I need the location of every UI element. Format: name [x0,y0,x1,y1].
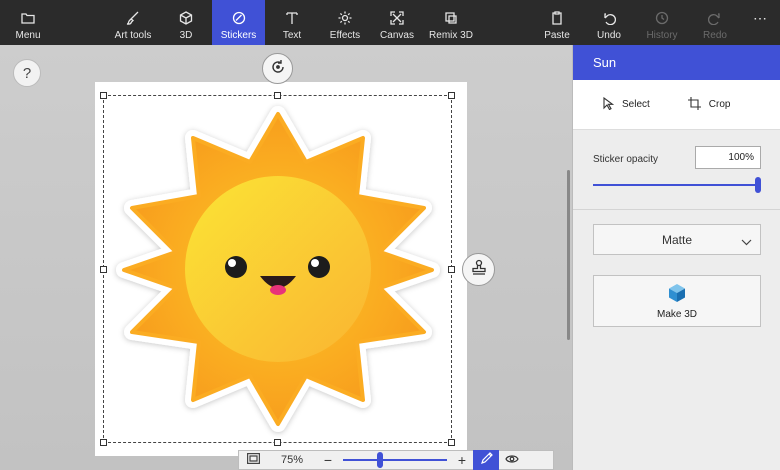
pencil-icon [480,452,493,468]
stamp-button[interactable] [462,253,495,286]
canvas-tab[interactable]: Canvas [380,0,414,45]
zoom-slider[interactable] [339,450,451,470]
text-icon [284,10,300,26]
cube-icon [178,10,194,26]
sun-effects-icon [337,10,353,26]
finish-dropdown[interactable]: Matte [593,224,761,255]
undo-label: Undo [597,30,621,41]
3d-cube-icon [667,283,687,309]
zoom-slider-thumb[interactable] [377,452,383,468]
pen-mode-button[interactable] [473,450,499,470]
opacity-slider-thumb[interactable] [755,177,761,193]
history-icon [654,10,670,26]
rotate-icon [269,58,287,79]
eye-icon [505,454,519,467]
more-options-button[interactable]: ⋯ [750,0,770,45]
help-button[interactable]: ? [13,59,41,87]
zoom-in-button[interactable]: + [451,450,473,470]
redo-icon [707,10,723,26]
effects-tab[interactable]: Effects [328,0,362,45]
panel-divider [573,209,780,210]
paste-button[interactable]: Paste [543,0,571,45]
resize-handle-top-left[interactable] [100,92,107,99]
3d-label: 3D [179,30,193,41]
text-tab[interactable]: Text [280,0,304,45]
opacity-slider[interactable] [593,177,761,193]
remix-3d-label: Remix 3D [429,30,473,41]
top-toolbar: Menu Art tools 3D Stickers Text Effects [0,0,780,45]
more-options-icon: ⋯ [753,10,767,26]
resize-canvas-icon [389,10,405,26]
vertical-scrollbar[interactable] [567,170,570,340]
remix-icon [443,10,459,26]
menu-button[interactable]: Menu [12,0,44,45]
crop-label: Crop [708,99,731,110]
art-tools-label: Art tools [114,30,152,41]
history-label: History [646,30,678,41]
undo-icon [601,10,617,26]
select-button[interactable]: Select [603,96,650,113]
fit-screen-icon [246,453,260,467]
panel-title: Sun [593,55,617,70]
resize-handle-top[interactable] [274,92,281,99]
art-tools-tab[interactable]: Art tools [112,0,154,45]
paste-label: Paste [544,30,570,41]
resize-handle-bottom-right[interactable] [448,439,455,446]
make-3d-label: Make 3D [656,308,697,320]
chevron-down-icon [741,235,752,249]
zoom-out-button[interactable]: − [317,450,339,470]
sticker-panel: Sun Select Crop Sticker opacity Matte [572,45,780,470]
canvas-label: Canvas [380,30,414,41]
resize-handle-left[interactable] [100,266,107,273]
remix-3d-tab[interactable]: Remix 3D [429,0,473,45]
menu-label: Menu [15,30,41,41]
resize-handle-top-right[interactable] [448,92,455,99]
panel-actions: Select Crop [573,80,780,130]
stickers-tab[interactable]: Stickers [212,0,265,45]
selection-box[interactable] [103,95,452,443]
sticker-icon [231,10,247,26]
folder-icon [20,10,36,26]
zoom-bar: 75% − + [238,450,554,470]
redo-label: Redo [703,30,727,41]
resize-handle-bottom-left[interactable] [100,439,107,446]
brush-icon [125,10,141,26]
resize-handle-right[interactable] [448,266,455,273]
panel-header: Sun [573,45,780,80]
paste-icon [549,10,565,26]
view-toggle-button[interactable] [499,450,525,470]
zoom-slider-track [343,459,447,461]
zoom-level: 75% [280,454,304,466]
crop-button[interactable]: Crop [687,96,731,113]
history-button[interactable]: History [646,0,678,45]
rotate-button[interactable] [262,53,293,84]
finish-value: Matte [661,232,692,247]
fit-to-screen-button[interactable] [239,450,267,470]
select-label: Select [622,99,650,110]
stamp-icon [470,259,488,280]
resize-handle-bottom[interactable] [274,439,281,446]
effects-label: Effects [329,30,361,41]
make-3d-button[interactable]: Make 3D [593,275,761,327]
crop-icon [687,96,709,113]
cursor-icon [603,96,622,113]
redo-button[interactable]: Redo [702,0,728,45]
stickers-label: Stickers [220,30,257,41]
undo-button[interactable]: Undo [596,0,622,45]
3d-shapes-tab[interactable]: 3D [174,0,198,45]
text-label: Text [282,30,302,41]
opacity-input[interactable] [695,146,761,169]
opacity-label: Sticker opacity [593,154,659,165]
opacity-slider-track [593,184,757,186]
help-icon: ? [22,64,32,82]
